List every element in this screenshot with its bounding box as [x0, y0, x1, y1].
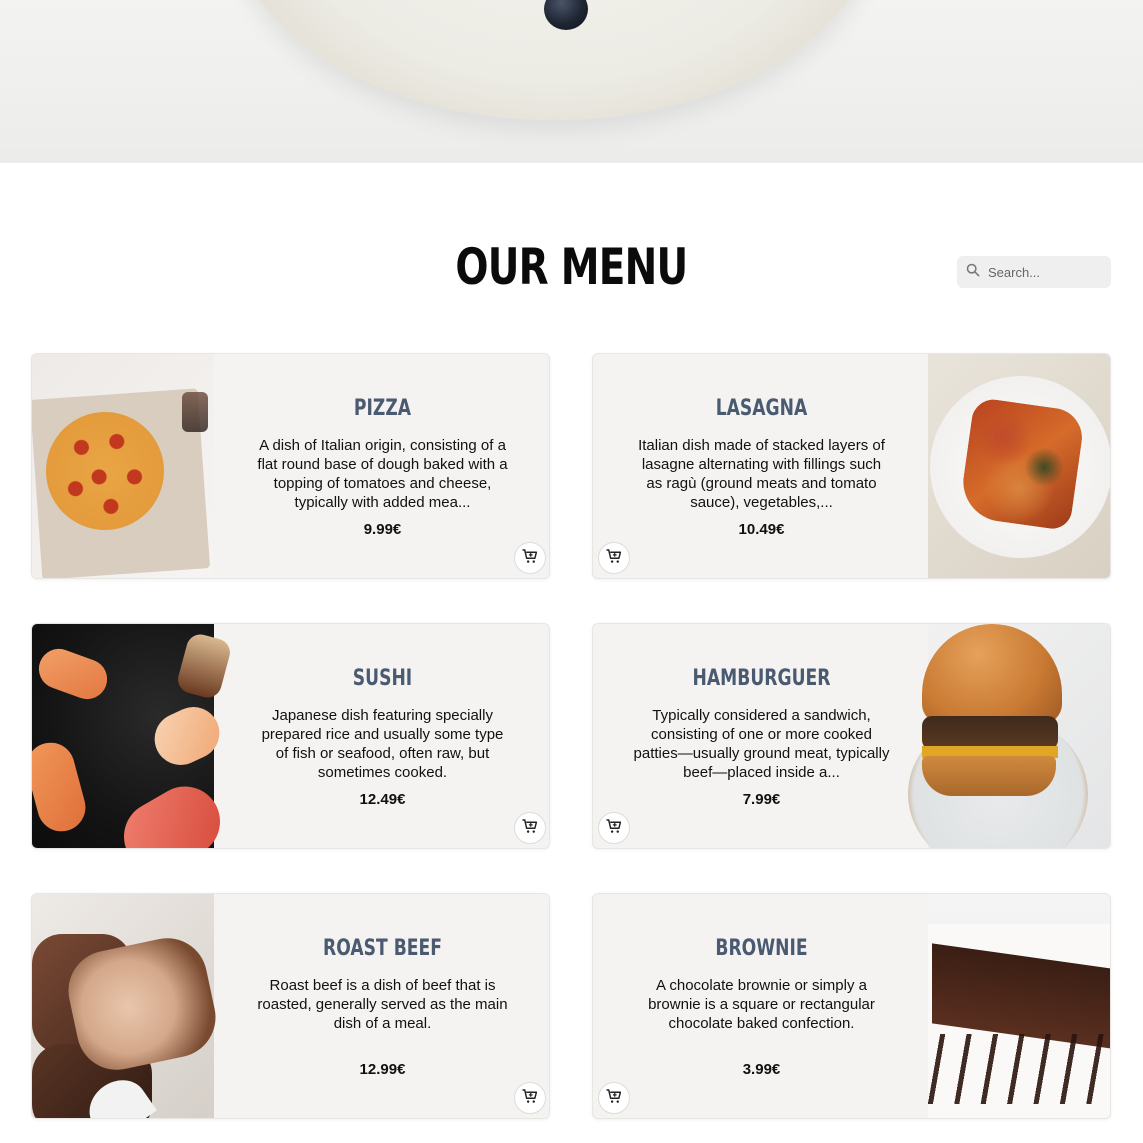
hamburger-photo — [908, 624, 1110, 848]
menu-card: SUSHI Japanese dish featuring specially … — [31, 623, 550, 849]
add-to-cart-button[interactable] — [514, 812, 546, 844]
cart-icon — [521, 1087, 539, 1110]
pizza-photo — [32, 354, 214, 578]
search-input[interactable] — [988, 264, 1103, 280]
cart-icon — [605, 1087, 623, 1110]
menu-card: LASAGNA Italian dish made of stacked lay… — [592, 353, 1111, 579]
lasagna-photo — [928, 354, 1110, 578]
menu-item-name: SUSHI — [352, 666, 413, 691]
menu-item-name: HAMBURGUER — [692, 666, 831, 691]
page-title: OUR MENU — [455, 238, 688, 296]
menu-item-price: 12.99€ — [359, 1061, 406, 1078]
hero-image — [0, 0, 1143, 163]
sushi-photo — [32, 624, 234, 848]
menu-item-description: Japanese dish featuring specially prepar… — [261, 707, 504, 781]
menu-card: PIZZA A dish of Italian origin, consisti… — [31, 353, 550, 579]
add-to-cart-button[interactable] — [514, 542, 546, 574]
menu-item-description: Roast beef is a dish of beef that is roa… — [257, 977, 508, 1032]
menu-item-name: PIZZA — [353, 396, 412, 421]
menu-card: ROAST BEEF Roast beef is a dish of beef … — [31, 893, 550, 1119]
search-icon — [966, 263, 980, 282]
menu-card: HAMBURGUER Typically considered a sandwi… — [592, 623, 1111, 849]
menu-item-name: LASAGNA — [715, 396, 808, 421]
brownie-photo — [928, 894, 1110, 1118]
menu-item-price: 10.49€ — [738, 521, 785, 538]
cart-icon — [605, 547, 623, 570]
menu-item-description: Italian dish made of stacked layers of l… — [638, 437, 885, 511]
add-to-cart-button[interactable] — [598, 812, 630, 844]
add-to-cart-button[interactable] — [514, 1082, 546, 1114]
menu-item-name: ROAST BEEF — [323, 936, 442, 961]
add-to-cart-button[interactable] — [598, 542, 630, 574]
cart-icon — [521, 547, 539, 570]
menu-card: BROWNIE A chocolate brownie or simply a … — [592, 893, 1111, 1119]
add-to-cart-button[interactable] — [598, 1082, 630, 1114]
menu-item-price: 3.99€ — [742, 1061, 781, 1078]
search-box[interactable] — [957, 256, 1111, 288]
menu-item-name: BROWNIE — [715, 936, 808, 961]
cart-icon — [605, 817, 623, 840]
menu-item-price: 7.99€ — [742, 791, 781, 808]
menu-item-price: 9.99€ — [363, 521, 402, 538]
menu-item-description: A chocolate brownie or simply a brownie … — [648, 977, 875, 1032]
menu-item-description: A dish of Italian origin, consisting of … — [257, 437, 508, 511]
menu-item-description: Typically considered a sandwich, consist… — [633, 707, 890, 781]
roast-beef-photo — [32, 894, 223, 1118]
menu-item-price: 12.49€ — [359, 791, 406, 808]
cart-icon — [521, 817, 539, 840]
